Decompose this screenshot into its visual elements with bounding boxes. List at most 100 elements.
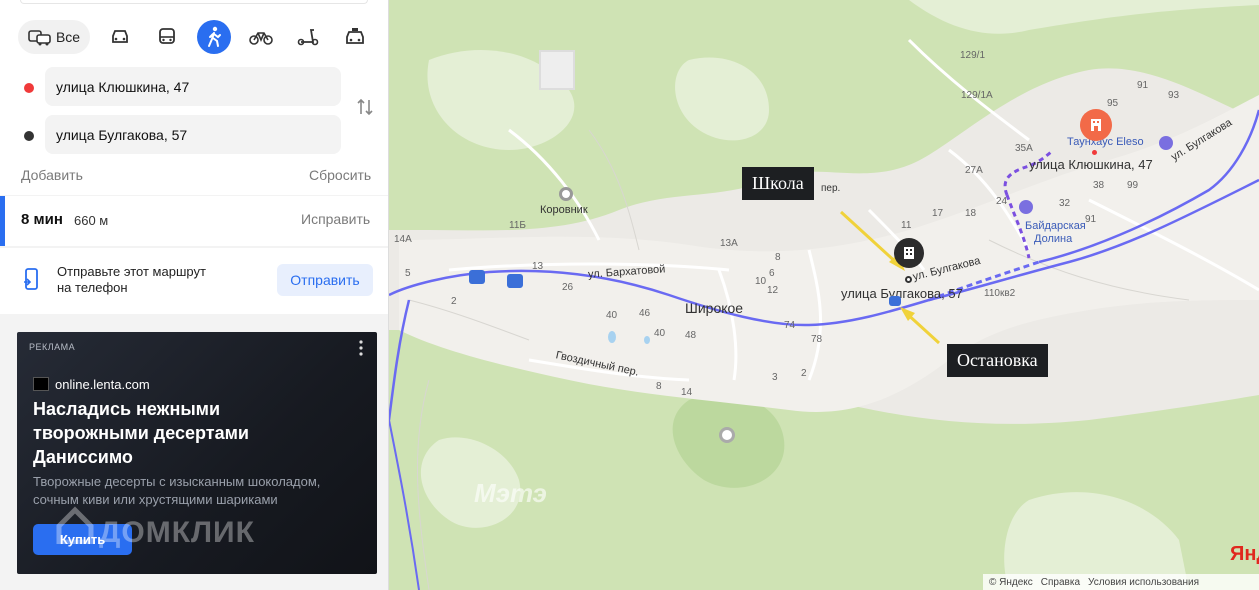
mode-pedestrian-button[interactable] bbox=[197, 20, 231, 54]
village-label: Широкое bbox=[685, 300, 744, 316]
place-label-korovnik: Коровник bbox=[540, 204, 588, 216]
copyright-text[interactable]: © Яндекс bbox=[989, 577, 1033, 588]
hotel-icon[interactable] bbox=[1159, 136, 1173, 150]
map-watermark: Мэтэ bbox=[474, 478, 547, 508]
mode-taxi-button[interactable] bbox=[338, 20, 372, 54]
route-end-point[interactable] bbox=[905, 276, 912, 283]
hotel-icon[interactable] bbox=[1019, 200, 1033, 214]
yandex-logo[interactable]: Янд bbox=[1230, 543, 1259, 566]
house-number: 91 bbox=[1085, 214, 1097, 225]
bus-stop-icon[interactable] bbox=[507, 274, 523, 288]
phone-icon bbox=[24, 268, 38, 290]
house-number: 46 bbox=[639, 308, 651, 319]
house-number: 13А bbox=[720, 238, 738, 249]
car-bus-icon bbox=[28, 30, 51, 46]
mode-scooter-button[interactable] bbox=[291, 20, 325, 54]
house-number: 2 bbox=[801, 368, 807, 379]
transport-modes: Все bbox=[18, 20, 385, 54]
advertiser-logo bbox=[33, 377, 49, 391]
callout-school: Школа bbox=[742, 167, 814, 200]
route-time: 8 мин bbox=[21, 211, 63, 228]
field-area bbox=[539, 50, 575, 90]
ad-headline-3: Даниссимо bbox=[33, 447, 133, 467]
house-number: 99 bbox=[1127, 180, 1139, 191]
mode-all-button[interactable]: Все bbox=[18, 20, 90, 54]
route-start-point[interactable] bbox=[1092, 150, 1097, 155]
house-number: 6 bbox=[769, 268, 775, 279]
from-poi-marker[interactable] bbox=[1080, 109, 1112, 141]
taxi-icon bbox=[346, 28, 364, 44]
house-number: 14А bbox=[394, 234, 412, 245]
house-number: 10 bbox=[755, 276, 767, 287]
house-number: 38 bbox=[1093, 180, 1105, 191]
mode-bus-button[interactable] bbox=[150, 20, 184, 54]
route-option[interactable]: 8 мин 660 м Исправить bbox=[0, 196, 388, 246]
house-number: 8 bbox=[656, 381, 662, 392]
house-number: 91 bbox=[1137, 80, 1149, 91]
ad-menu-icon[interactable] bbox=[359, 340, 363, 356]
house-number: 27А bbox=[965, 165, 983, 176]
car-icon bbox=[112, 30, 128, 43]
house-number: 2 bbox=[451, 296, 457, 307]
place-marker-korovnik[interactable] bbox=[559, 187, 573, 201]
ad-domain: online.lenta.com bbox=[55, 377, 150, 392]
route-panel: Все улица Клюшкина, 47 улица Булгакова, … bbox=[0, 0, 389, 590]
house-number: 24 bbox=[996, 196, 1008, 207]
terms-link[interactable]: Условия использования bbox=[1088, 577, 1199, 588]
fix-route-button[interactable]: Исправить bbox=[301, 211, 370, 227]
house-number: 8 bbox=[775, 252, 781, 263]
add-point-button[interactable]: Добавить bbox=[21, 167, 83, 183]
to-field[interactable]: улица Булгакова, 57 bbox=[45, 115, 341, 154]
swap-icon bbox=[357, 98, 373, 116]
bus-icon bbox=[159, 28, 175, 44]
house-number: 40 bbox=[654, 328, 666, 339]
search-strip bbox=[20, 0, 368, 4]
send-text-line1: Отправьте этот маршрут bbox=[57, 264, 206, 279]
house-watermark-icon bbox=[56, 506, 94, 544]
house-number: 35А bbox=[1015, 143, 1033, 154]
poi-label-baidar-1[interactable]: Байдарская bbox=[1025, 220, 1086, 232]
mode-bike-button[interactable] bbox=[244, 20, 278, 54]
ad-tag: РЕКЛАМА bbox=[29, 342, 76, 352]
mode-all-label: Все bbox=[55, 29, 81, 45]
house-number: 11Б bbox=[509, 220, 526, 231]
send-button[interactable]: Отправить bbox=[277, 264, 373, 296]
place-marker-monument[interactable] bbox=[719, 427, 735, 443]
house-number: 40 bbox=[606, 310, 618, 321]
mode-car-button[interactable] bbox=[103, 20, 137, 54]
map-footer: © Яндекс Справка Условия использования bbox=[983, 574, 1259, 590]
house-number: 110кв2 bbox=[984, 288, 1016, 299]
house-number: 13 bbox=[532, 261, 544, 272]
pedestrian-icon bbox=[208, 26, 221, 47]
house-number: 74 bbox=[784, 320, 796, 331]
from-point-marker bbox=[24, 83, 34, 93]
bus-stop-icon[interactable] bbox=[469, 270, 485, 284]
house-number: 18 bbox=[965, 208, 977, 219]
house-number: 3 bbox=[772, 372, 778, 383]
house-number: 5 bbox=[405, 268, 411, 279]
callout-stop: Остановка bbox=[947, 344, 1048, 377]
house-number: 17 bbox=[932, 208, 944, 219]
reset-button[interactable]: Сбросить bbox=[309, 167, 371, 183]
addr-to-label: улица Булгакова, 57 bbox=[841, 286, 963, 301]
swap-points-button[interactable] bbox=[355, 97, 375, 117]
school-marker[interactable] bbox=[894, 238, 924, 268]
bus-stop-icon[interactable] bbox=[889, 296, 901, 306]
ad-headline-1: Насладись нежными bbox=[33, 399, 221, 419]
house-number: 12 bbox=[767, 285, 779, 296]
help-link[interactable]: Справка bbox=[1041, 577, 1080, 588]
street-label-per: пер. bbox=[821, 183, 841, 194]
house-number: 129/1А bbox=[961, 90, 993, 101]
map-view[interactable]: 129/1 129/1А 91 93 95 35А 38 99 27А 24 3… bbox=[389, 0, 1259, 590]
send-to-phone: Отправьте этот маршрут на телефон Отправ… bbox=[0, 248, 388, 314]
building-icon bbox=[904, 247, 914, 259]
house-number: 48 bbox=[685, 330, 697, 341]
ad-watermark: ДОМКЛИК bbox=[99, 516, 255, 549]
bike-icon bbox=[249, 32, 273, 45]
scooter-icon bbox=[297, 29, 319, 46]
house-number: 11 bbox=[901, 220, 912, 231]
route-distance: 660 м bbox=[74, 213, 109, 228]
poi-label-baidar-2[interactable]: Долина bbox=[1034, 233, 1072, 245]
ad-banner[interactable]: РЕКЛАМА online.lenta.com Насладись нежны… bbox=[17, 332, 377, 574]
from-field[interactable]: улица Клюшкина, 47 bbox=[45, 67, 341, 106]
